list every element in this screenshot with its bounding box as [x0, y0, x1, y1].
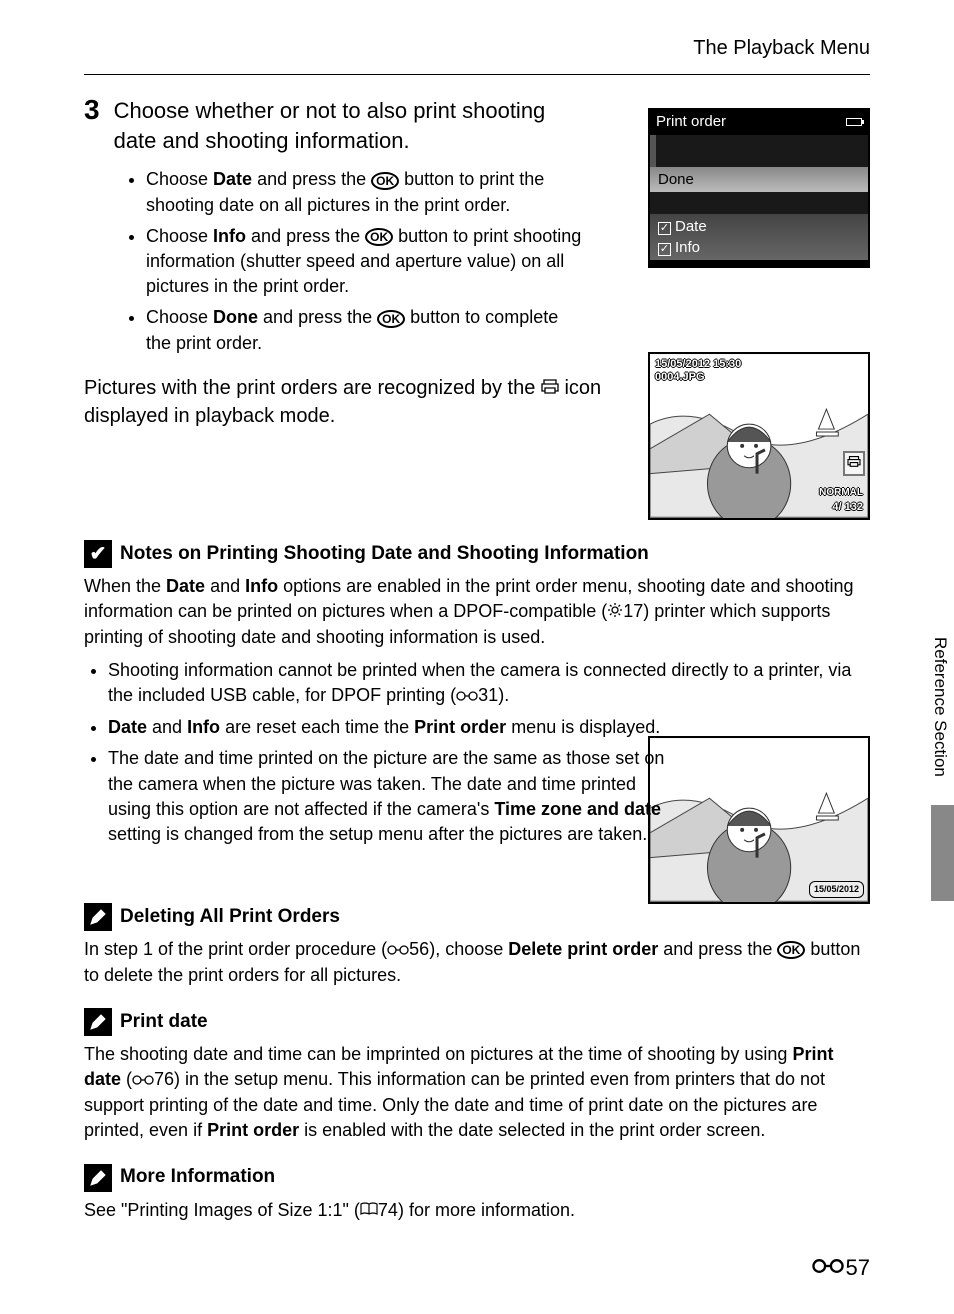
step-bullet-list: Choose Date and press the OK button to p…	[118, 167, 588, 355]
print-date-heading: Print date	[120, 1009, 208, 1036]
notes-bullet-3: The date and time printed on the picture…	[108, 746, 668, 847]
notes-bullet-1: Shooting information cannot be printed w…	[108, 658, 870, 709]
checkbox-icon: ✓	[658, 243, 671, 256]
battery-icon	[846, 118, 862, 126]
note-pencil-icon	[84, 1008, 112, 1036]
note-pencil-icon	[84, 903, 112, 931]
step-bullet-info: Choose Info and press the OK button to p…	[146, 224, 588, 300]
side-tab: Reference Section	[931, 631, 954, 901]
side-tab-label: Reference Section	[931, 631, 954, 805]
camera-screen-print-order: Print order Done ✓Date ✓Info	[648, 108, 870, 268]
ok-icon: OK	[377, 310, 405, 328]
step-number: 3	[84, 96, 100, 124]
notes-paragraph: When the Date and Info options are enabl…	[84, 574, 870, 650]
book-icon	[360, 1198, 378, 1223]
xref-icon	[607, 600, 623, 625]
print-order-paragraph: Pictures with the print orders are recog…	[84, 374, 604, 431]
lcd-count: 4/ 132	[832, 500, 863, 515]
lcd-title: Print order	[656, 111, 726, 132]
caution-icon: ✔	[84, 540, 112, 568]
more-info-paragraph: See "Printing Images of Size 1:1" ( 74) …	[84, 1198, 870, 1224]
camera-screen-playback: 15/05/2012 15:30 0004.JPG NORMAL 4/ 132	[648, 352, 870, 520]
page-number: 57	[812, 1253, 870, 1284]
more-info-heading: More Information	[120, 1164, 275, 1191]
page-header-title: The Playback Menu	[693, 34, 870, 62]
deleting-paragraph: In step 1 of the print order procedure (…	[84, 937, 870, 988]
print-order-icon	[843, 451, 865, 476]
lcd-filename: 0004.JPG	[655, 370, 705, 385]
ref-e-icon	[456, 684, 478, 709]
ok-icon: OK	[777, 941, 805, 959]
notes-heading: Notes on Printing Shooting Date and Shoo…	[120, 541, 649, 568]
ref-e-icon	[812, 1253, 844, 1284]
deleting-heading: Deleting All Print Orders	[120, 904, 340, 931]
notes-bullet-2: Date and Info are reset each time the Pr…	[108, 715, 870, 740]
checkbox-icon: ✓	[658, 222, 671, 235]
note-pencil-icon	[84, 1164, 112, 1192]
ref-e-icon	[132, 1068, 154, 1093]
battery-icon	[849, 357, 863, 372]
step-bullet-date: Choose Date and press the OK button to p…	[146, 167, 588, 217]
lcd-options: ✓Date ✓Info	[650, 214, 868, 260]
ref-e-icon	[387, 938, 409, 963]
lcd-done-row: Done	[650, 167, 868, 192]
notes-bullet-list: Shooting information cannot be printed w…	[84, 658, 870, 847]
ok-icon: OK	[365, 228, 393, 246]
ok-icon: OK	[371, 172, 399, 190]
lcd-quality: NORMAL	[819, 486, 863, 500]
side-tab-dark	[931, 805, 954, 901]
print-order-icon	[541, 374, 559, 402]
print-date-paragraph: The shooting date and time can be imprin…	[84, 1042, 870, 1143]
step-bullet-done: Choose Done and press the OK button to c…	[146, 305, 588, 355]
header-divider	[84, 74, 870, 75]
